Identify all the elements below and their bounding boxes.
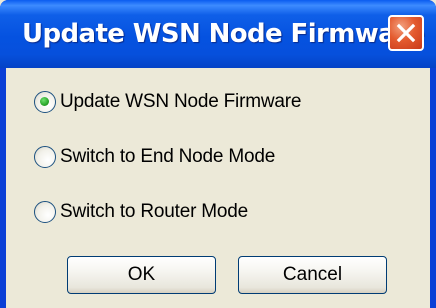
close-button[interactable] — [388, 15, 424, 51]
option-router-mode-label: Switch to Router Mode — [60, 201, 248, 222]
radio-update-firmware[interactable] — [34, 91, 56, 113]
option-end-node-mode-label: Switch to End Node Mode — [60, 146, 276, 167]
title-bar[interactable]: Update WSN Node Firmware — [0, 0, 436, 68]
dialog-title: Update WSN Node Firmware — [22, 19, 425, 49]
option-update-firmware[interactable]: Update WSN Node Firmware — [34, 88, 301, 116]
dialog-window: Update WSN Node Firmware Update WSN Node… — [0, 0, 436, 308]
option-update-firmware-label: Update WSN Node Firmware — [60, 91, 302, 112]
cancel-button[interactable]: Cancel — [238, 256, 387, 294]
radio-end-node-mode[interactable] — [34, 146, 56, 168]
radio-router-mode[interactable] — [34, 201, 56, 223]
ok-button[interactable]: OK — [67, 256, 216, 294]
dialog-body: Update WSN Node Firmware Switch to End N… — [6, 68, 430, 308]
option-end-node-mode[interactable]: Switch to End Node Mode — [34, 143, 275, 171]
option-router-mode[interactable]: Switch to Router Mode — [34, 198, 248, 226]
close-x-icon — [396, 23, 416, 43]
